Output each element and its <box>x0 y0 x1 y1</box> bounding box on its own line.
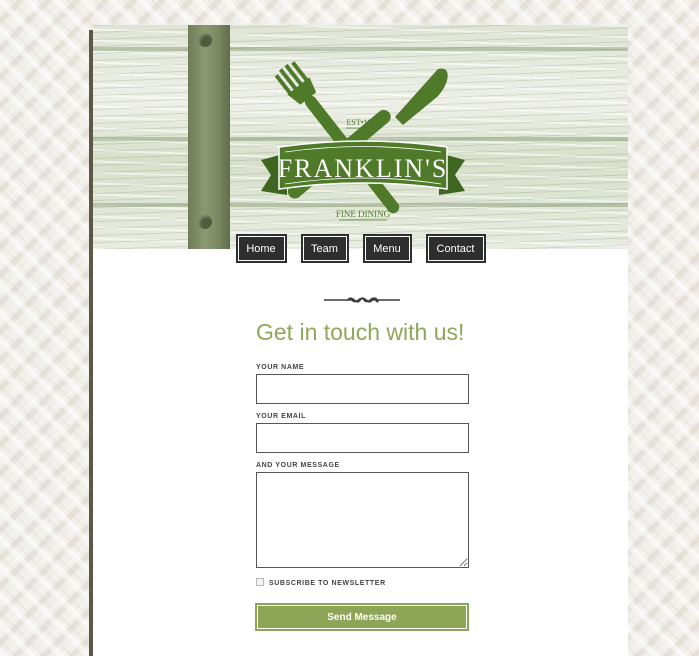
newsletter-label: SUBSCRIBE TO NEWSLETTER <box>269 580 386 587</box>
plank-seam <box>93 47 628 51</box>
rivet <box>198 215 212 229</box>
hero-banner: FRANKLIN'S EST•1935 FINE DINING <box>93 25 628 249</box>
nav-label: Home <box>246 242 276 255</box>
nav-team[interactable]: Team <box>300 234 349 263</box>
restaurant-logo: FRANKLIN'S EST•1935 FINE DINING <box>261 61 465 221</box>
send-message-label: Send Message <box>327 611 397 623</box>
nav-contact[interactable]: Contact <box>425 234 486 263</box>
nav-menu[interactable]: Menu <box>362 234 412 263</box>
page-container: FRANKLIN'S EST•1935 FINE DINING Home Tea… <box>93 25 628 656</box>
main-nav: Home Team Menu Contact <box>93 234 628 264</box>
nav-home[interactable]: Home <box>235 234 287 263</box>
message-textarea[interactable] <box>256 472 469 568</box>
tagline-text: FINE DINING <box>336 209 391 219</box>
name-input[interactable] <box>256 374 469 404</box>
newsletter-checkbox[interactable] <box>256 578 264 586</box>
email-label: YOUR EMAIL <box>256 413 306 420</box>
message-label: AND YOUR MESSAGE <box>256 462 340 469</box>
brand-name: FRANKLIN'S <box>278 154 449 183</box>
ornament-divider-icon <box>324 297 400 303</box>
send-message-button[interactable]: Send Message <box>255 603 469 631</box>
nav-label: Contact <box>436 242 475 255</box>
email-input[interactable] <box>256 423 469 453</box>
established-text: EST•1935 <box>346 118 379 127</box>
nav-label: Team <box>311 242 338 255</box>
rivet <box>198 33 212 47</box>
contact-heading: Get in touch with us! <box>256 319 465 345</box>
nav-label: Menu <box>373 242 401 255</box>
name-label: YOUR NAME <box>256 364 305 371</box>
